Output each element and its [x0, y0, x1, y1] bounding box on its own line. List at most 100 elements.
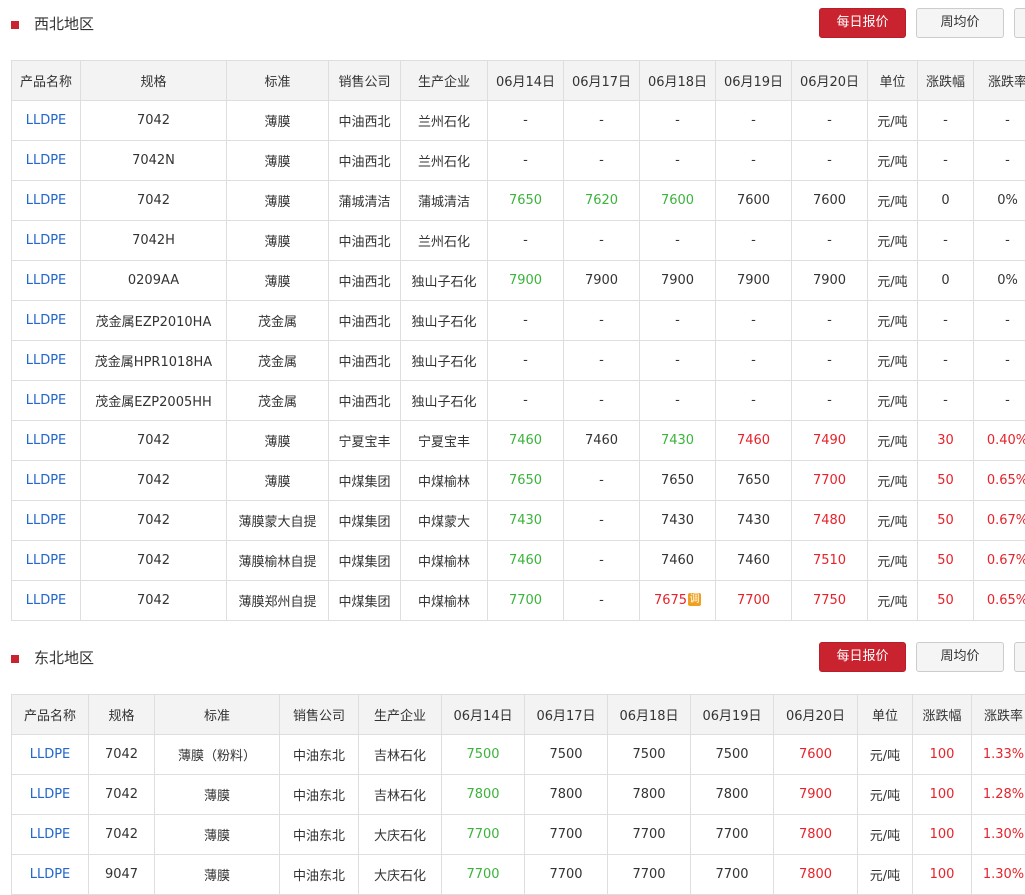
cell-product-name[interactable]: LLDPE [12, 541, 81, 581]
cell-product-name[interactable]: LLDPE [12, 775, 89, 815]
cell-price-d4: 7650 [716, 461, 792, 501]
column-header-product-name: 产品名称 [12, 61, 81, 101]
cell-price-d2: - [564, 541, 640, 581]
cell-value: 7800 [715, 787, 748, 802]
cell-value: LLDPE [26, 433, 67, 448]
cell-price-d4: - [716, 341, 792, 381]
cell-product-name[interactable]: LLDPE [12, 815, 89, 855]
cell-value: - [827, 393, 832, 408]
cell-spec: 7042 [81, 181, 227, 221]
cell-price-d5: 7800 [774, 855, 858, 895]
cell-product-name[interactable]: LLDPE [12, 421, 81, 461]
cell-value: 元/吨 [870, 749, 900, 764]
cell-value: 7042 [137, 553, 170, 568]
column-header-change: 涨跌幅 [918, 61, 974, 101]
cell-value: LLDPE [26, 513, 67, 528]
more-button[interactable] [1014, 642, 1025, 672]
table-row: LLDPE0209AA薄膜中油西北独山子石化790079007900790079… [12, 261, 1025, 301]
column-header-price-d3: 06月18日 [608, 695, 691, 735]
cell-price-d2: 7900 [564, 261, 640, 301]
cell-product-name[interactable]: LLDPE [12, 301, 81, 341]
cell-product-name[interactable]: LLDPE [12, 735, 89, 775]
cell-price-d1: 7500 [442, 735, 525, 775]
cell-producer: 中煤榆林 [401, 581, 488, 621]
cell-value: - [751, 353, 756, 368]
cell-value: - [751, 113, 756, 128]
daily-quote-button[interactable]: 每日报价 [819, 642, 906, 672]
cell-price-d1: 7650 [488, 181, 564, 221]
cell-price-d4: 7700 [716, 581, 792, 621]
cell-value: 中煤集团 [338, 595, 390, 610]
section-marker-icon [11, 21, 19, 29]
cell-price-d2: 7620 [564, 181, 640, 221]
cell-value: 7042 [137, 433, 170, 448]
cell-change: 0 [918, 181, 974, 221]
cell-change-rate: - [974, 101, 1025, 141]
cell-value: 7900 [509, 273, 542, 288]
cell-value: 50 [937, 553, 954, 568]
cell-value: - [751, 233, 756, 248]
table-row: LLDPE7042H薄膜中油西北兰州石化-----元/吨-- [12, 221, 1025, 261]
cell-product-name[interactable]: LLDPE [12, 855, 89, 895]
cell-product-name[interactable]: LLDPE [12, 221, 81, 261]
column-header-unit: 单位 [858, 695, 913, 735]
cell-product-name[interactable]: LLDPE [12, 581, 81, 621]
cell-spec: 7042 [89, 775, 155, 815]
cell-value: 元/吨 [877, 395, 907, 410]
weekly-average-button[interactable]: 周均价 [916, 642, 1004, 672]
cell-price-d4: 7460 [716, 541, 792, 581]
cell-unit: 元/吨 [868, 341, 918, 381]
cell-standard: 薄膜（粉料） [155, 735, 280, 775]
column-header-price-d2: 06月17日 [525, 695, 608, 735]
cell-value: LLDPE [26, 273, 67, 288]
cell-value: 薄膜蒙大自提 [238, 515, 316, 530]
cell-unit: 元/吨 [868, 181, 918, 221]
cell-value: - [827, 353, 832, 368]
cell-product-name[interactable]: LLDPE [12, 181, 81, 221]
cell-product-name[interactable]: LLDPE [12, 141, 81, 181]
cell-value: 茂金属EZP2005HH [95, 395, 212, 410]
cell-value: LLDPE [26, 313, 67, 328]
cell-value: 7510 [813, 553, 846, 568]
cell-value: 7900 [585, 273, 618, 288]
cell-product-name[interactable]: LLDPE [12, 461, 81, 501]
section-header: 西北地区 每日报价 周均价 [0, 0, 1025, 48]
cell-unit: 元/吨 [868, 381, 918, 421]
cell-value: - [827, 313, 832, 328]
cell-producer: 兰州石化 [401, 141, 488, 181]
cell-value: 中油东北 [293, 829, 345, 844]
cell-product-name[interactable]: LLDPE [12, 101, 81, 141]
cell-product-name[interactable]: LLDPE [12, 341, 81, 381]
cell-value: 中油东北 [293, 789, 345, 804]
column-header-price-d1: 06月14日 [442, 695, 525, 735]
cell-standard: 薄膜蒙大自提 [227, 501, 329, 541]
cell-value: LLDPE [30, 787, 71, 802]
cell-value: 薄膜 [204, 789, 230, 804]
cell-value: LLDPE [26, 153, 67, 168]
cell-product-name[interactable]: LLDPE [12, 381, 81, 421]
cell-product-name[interactable]: LLDPE [12, 261, 81, 301]
cell-value: 薄膜 [264, 195, 290, 210]
cell-value: 7042 [105, 827, 138, 842]
cell-value: 中煤榆林 [418, 475, 470, 490]
more-button[interactable] [1014, 8, 1025, 38]
cell-value: 元/吨 [870, 829, 900, 844]
cell-spec: 7042 [81, 501, 227, 541]
weekly-average-button[interactable]: 周均价 [916, 8, 1004, 38]
cell-price-d2: - [564, 301, 640, 341]
cell-standard: 薄膜榆林自提 [227, 541, 329, 581]
cell-value: - [1005, 153, 1010, 168]
cell-value: - [1005, 113, 1010, 128]
cell-value: - [599, 233, 604, 248]
cell-value: 元/吨 [877, 475, 907, 490]
cell-value: 薄膜 [264, 155, 290, 170]
table-row: LLDPE7042薄膜中油东北吉林石化78007800780078007900元… [12, 775, 1025, 815]
cell-value: 7042 [137, 593, 170, 608]
cell-value: - [599, 473, 604, 488]
cell-value: 7042 [137, 113, 170, 128]
daily-quote-button[interactable]: 每日报价 [819, 8, 906, 38]
column-header-change-rate: 涨跌率 [974, 61, 1025, 101]
cell-value: 1.30% [983, 867, 1024, 882]
cell-sales-company: 中油西北 [329, 261, 401, 301]
cell-product-name[interactable]: LLDPE [12, 501, 81, 541]
